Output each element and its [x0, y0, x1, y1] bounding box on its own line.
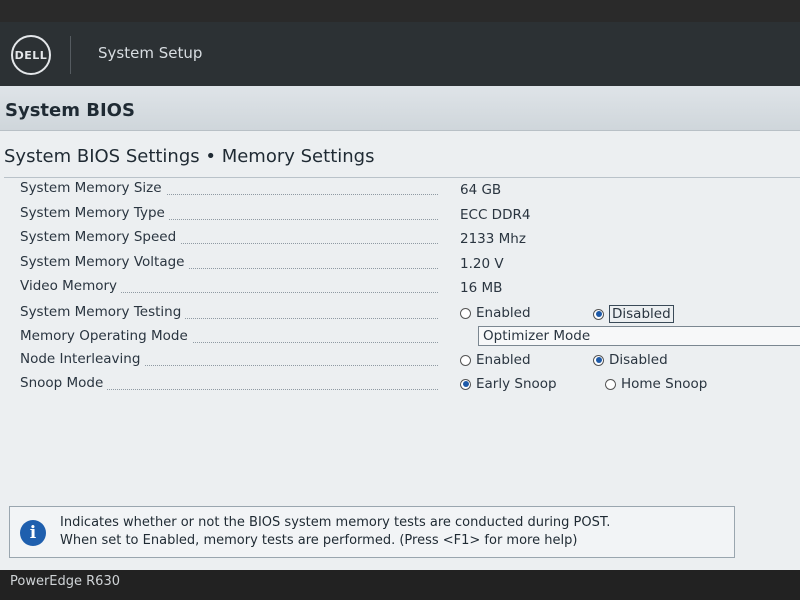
- node-interleaving-disabled-option[interactable]: Disabled: [593, 352, 668, 368]
- model-name: PowerEdge R630: [10, 574, 120, 589]
- setting-value: 64 GB: [460, 182, 502, 198]
- top-bar-divider: [70, 36, 71, 74]
- setting-label: System Memory Voltage: [20, 254, 440, 274]
- radio-on-icon[interactable]: [593, 354, 604, 366]
- top-bar: DELL System Setup: [0, 22, 800, 86]
- memory-testing-enabled-option[interactable]: Enabled: [460, 305, 531, 321]
- snoop-mode-home-option[interactable]: Home Snoop: [605, 376, 707, 392]
- snoop-mode-early-option[interactable]: Early Snoop: [460, 376, 557, 392]
- help-text: Indicates whether or not the BIOS system…: [60, 514, 610, 550]
- info-icon: i: [20, 520, 46, 546]
- radio-on-icon[interactable]: [460, 378, 471, 390]
- setting-value: 1.20 V: [460, 256, 504, 272]
- radio-off-icon[interactable]: [460, 354, 471, 366]
- radio-off-icon[interactable]: [605, 378, 616, 390]
- setting-label: System Memory Testing: [20, 304, 440, 324]
- setting-row-memory-testing[interactable]: System Memory Testing Enabled Disabled: [20, 304, 800, 326]
- page-title: System BIOS Settings • Memory Settings: [4, 146, 375, 167]
- help-text-line: When set to Enabled, memory tests are pe…: [60, 533, 578, 548]
- setting-row-node-interleaving[interactable]: Node Interleaving Enabled Disabled: [20, 351, 800, 373]
- section-header: System BIOS: [0, 86, 800, 131]
- page-title-divider: [4, 177, 800, 178]
- memory-testing-disabled-option[interactable]: Disabled: [593, 305, 674, 323]
- setting-row-memory-voltage: System Memory Voltage 1.20 V: [20, 254, 800, 276]
- setting-row-snoop-mode[interactable]: Snoop Mode Early Snoop Home Snoop: [20, 375, 800, 397]
- setting-label: Video Memory: [20, 278, 440, 298]
- setting-label: Snoop Mode: [20, 375, 440, 395]
- setting-label: System Memory Size: [20, 180, 440, 200]
- setting-value: 2133 Mhz: [460, 231, 526, 247]
- setting-row-operating-mode[interactable]: Memory Operating Mode Optimizer Mode: [20, 326, 800, 350]
- setting-row-memory-type: System Memory Type ECC DDR4: [20, 205, 800, 227]
- setting-label: System Memory Speed: [20, 229, 440, 249]
- setting-value: ECC DDR4: [460, 207, 531, 223]
- setting-label: System Memory Type: [20, 205, 440, 225]
- setup-screen: System BIOS System BIOS Settings • Memor…: [0, 86, 800, 570]
- dell-logo: DELL: [11, 35, 51, 75]
- setting-row-video-memory: Video Memory 16 MB: [20, 278, 800, 300]
- setting-label: Node Interleaving: [20, 351, 440, 371]
- setting-label: Memory Operating Mode: [20, 328, 440, 348]
- footer-bar: PowerEdge R630: [0, 570, 800, 600]
- setting-row-memory-size: System Memory Size 64 GB: [20, 180, 800, 202]
- radio-on-icon[interactable]: [593, 308, 604, 320]
- operating-mode-dropdown[interactable]: Optimizer Mode: [478, 326, 800, 346]
- setting-row-memory-speed: System Memory Speed 2133 Mhz: [20, 229, 800, 251]
- setting-value: 16 MB: [460, 280, 503, 296]
- app-title: System Setup: [98, 44, 203, 62]
- section-title: System BIOS: [5, 100, 135, 121]
- help-panel: i Indicates whether or not the BIOS syst…: [9, 506, 735, 558]
- help-text-line: Indicates whether or not the BIOS system…: [60, 515, 611, 530]
- radio-off-icon[interactable]: [460, 307, 471, 319]
- node-interleaving-enabled-option[interactable]: Enabled: [460, 352, 531, 368]
